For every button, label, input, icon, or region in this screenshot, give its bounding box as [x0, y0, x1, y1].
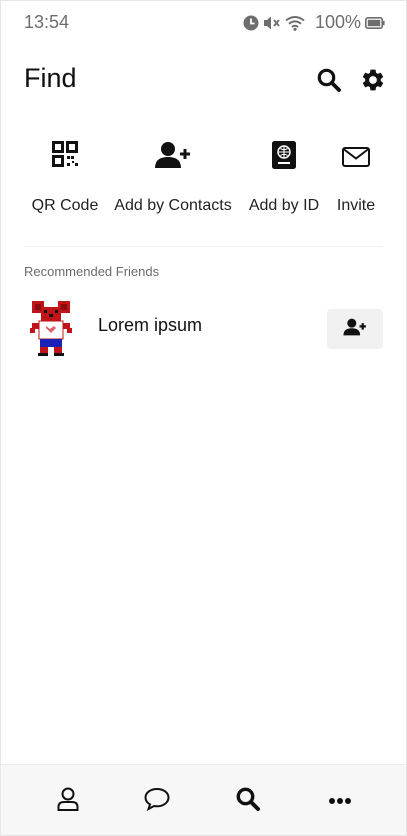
add-by-id-action[interactable]: Add by ID [246, 141, 322, 215]
qr-code-icon [52, 141, 78, 181]
add-by-id-label: Add by ID [248, 197, 320, 214]
chat-bubble-icon [144, 787, 170, 816]
quick-actions: QR Code Add by Contacts Add by ID Invite [1, 141, 406, 221]
person-icon [57, 787, 79, 816]
friend-name: Lorem ipsum [98, 315, 203, 335]
battery-icon [365, 16, 385, 29]
nav-more-tab[interactable] [325, 786, 355, 816]
add-user-icon [343, 318, 367, 341]
add-by-contacts-action[interactable]: Add by Contacts [111, 141, 235, 215]
app-screen: 13:54 100% Find QR Code Add by Contacts … [0, 0, 407, 836]
add-user-icon [155, 141, 191, 181]
qr-code-action[interactable]: QR Code [31, 141, 99, 215]
wifi-icon [285, 15, 305, 31]
qr-code-label: QR Code [31, 197, 99, 214]
nav-find-tab[interactable] [233, 786, 263, 816]
header: Find [1, 57, 406, 101]
divider [24, 246, 383, 247]
alarm-icon [243, 15, 259, 31]
gear-icon[interactable] [360, 67, 386, 93]
status-time: 13:54 [24, 12, 70, 32]
avatar [28, 299, 76, 357]
add-by-contacts-label: Add by Contacts [114, 197, 232, 214]
status-bar: 13:54 100% [1, 1, 406, 43]
envelope-icon [342, 141, 370, 187]
invite-label: Invite [336, 197, 376, 214]
battery-percent: 100% [314, 12, 361, 32]
friend-list-item[interactable]: Lorem ipsum [24, 299, 383, 359]
page-title: Find [24, 63, 77, 93]
mute-icon [263, 15, 281, 31]
recommended-friends-heading: Recommended Friends [24, 264, 160, 279]
search-icon [235, 786, 261, 817]
bottom-nav [1, 764, 406, 835]
nav-profile-tab[interactable] [53, 786, 83, 816]
invite-action[interactable]: Invite [331, 141, 381, 215]
search-icon[interactable] [316, 67, 342, 93]
add-friend-button[interactable] [327, 309, 383, 349]
status-icons: 100% [243, 12, 385, 33]
more-dots-icon [328, 792, 352, 810]
nav-chats-tab[interactable] [142, 786, 172, 816]
id-book-icon [272, 141, 296, 181]
